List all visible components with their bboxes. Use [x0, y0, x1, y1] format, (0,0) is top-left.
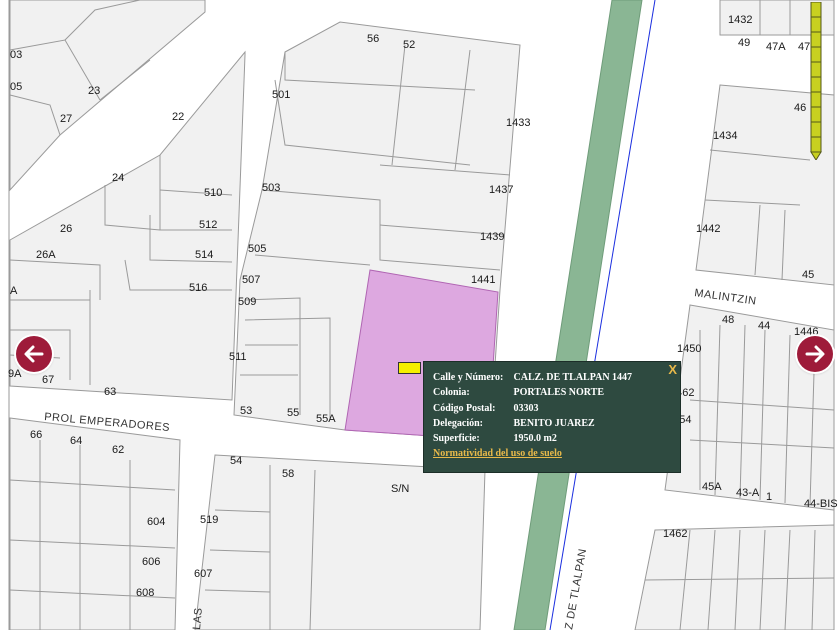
field-label: Código Postal:: [433, 403, 496, 414]
city-block: [634, 524, 835, 630]
parcel-number-label: 49: [738, 37, 750, 49]
parcel-number-label: 604: [147, 516, 165, 528]
zoom-slider[interactable]: [810, 2, 822, 160]
parcel-number-label: 1433: [506, 117, 530, 129]
parcel-number-label: 03: [10, 49, 22, 61]
parcel-number-label: 514: [195, 249, 213, 261]
parcel-number-label: 1: [766, 491, 772, 503]
field-value: PORTALES NORTE: [513, 387, 605, 398]
close-button[interactable]: X: [668, 363, 677, 377]
popup-row-surface: Superficie: 1950.0 m2: [433, 432, 557, 446]
parcel-info-popup: X Calle y Número: CALZ. DE TLALPAN 1447 …: [423, 361, 681, 473]
parcel-number-label: 1432: [728, 14, 752, 26]
field-value: 03303: [513, 403, 539, 414]
parcel-number-label: 1439: [480, 231, 504, 243]
arrow-left-icon: [24, 345, 44, 363]
parcel-number-label: 23: [88, 85, 100, 97]
parcel-number-label: 44-BIS: [804, 498, 838, 510]
parcel-number-label: A: [10, 285, 18, 297]
parcel-number-label: 1442: [696, 223, 720, 235]
parcel-number-label: 607: [194, 568, 212, 580]
parcel-number-label: 56: [367, 33, 379, 45]
parcel-number-label: 48: [722, 314, 734, 326]
prev-button[interactable]: [16, 336, 52, 372]
parcel-number-label: 608: [136, 587, 154, 599]
parcel-map[interactable]: 56 52 501 1433 503 1437 505 1439 507 1441 509 511 53…: [0, 0, 840, 630]
field-label: Superficie:: [433, 433, 480, 444]
parcel-number-label: 510: [204, 187, 222, 199]
parcel-number-label: 55: [287, 407, 299, 419]
field-value: CALZ. DE TLALPAN 1447: [513, 372, 633, 383]
field-value: BENITO JUAREZ: [513, 418, 595, 429]
parcel-number-label: 45A: [702, 481, 722, 493]
parcel-number-label: 44: [758, 320, 770, 332]
parcel-number-label: 606: [142, 556, 160, 568]
parcel-number-label: 55A: [316, 413, 336, 425]
street-name: LAS: [191, 607, 205, 630]
parcel-number-label: 63: [104, 386, 116, 398]
parcel-number-label: 45: [802, 269, 814, 281]
parcel-number-label: 26A: [36, 249, 56, 261]
parcel-number-label: 46: [794, 102, 806, 114]
parcel-number-label: S/N: [391, 483, 409, 495]
parcel-number-label: 26: [60, 223, 72, 235]
parcel-number-label: 1437: [489, 184, 513, 196]
parcel-number-label: 9A: [8, 368, 22, 380]
parcel-number-label: 505: [248, 243, 266, 255]
map-viewer[interactable]: 56 52 501 1433 503 1437 505 1439 507 1441 509 511 53…: [0, 0, 840, 630]
parcel-number-label: 62: [112, 444, 124, 456]
next-button[interactable]: [797, 336, 833, 372]
land-use-link[interactable]: Normatividad del uso de suelo: [433, 448, 562, 459]
popup-row-address: Calle y Número: CALZ. DE TLALPAN 1447: [433, 371, 632, 385]
parcel-number-label: 516: [189, 282, 207, 294]
parcel-number-label: 52: [403, 39, 415, 51]
parcel-number-label: 53: [240, 405, 252, 417]
parcel-number-label: 1434: [713, 130, 737, 142]
parcel-number-label: 43-A: [736, 487, 760, 499]
parcel-number-label: 1462: [663, 528, 687, 540]
parcel-number-label: 511: [229, 351, 247, 363]
field-label: Colonia:: [433, 387, 470, 398]
parcel-number-label: 1441: [471, 274, 495, 286]
field-value: 1950.0 m2: [513, 433, 557, 444]
popup-row-postal-code: Código Postal: 03303: [433, 402, 539, 416]
parcel-number-label: 67: [42, 374, 54, 386]
arrow-right-icon: [805, 345, 825, 363]
parcel-number-label: 509: [238, 296, 256, 308]
parcel-number-label: 507: [242, 274, 260, 286]
parcel-number-label: 54: [230, 455, 242, 467]
city-block: [194, 454, 486, 630]
parcel-number-label: 1450: [677, 343, 701, 355]
parcel-number-label: 66: [30, 429, 42, 441]
parcel-number-label: 47A: [766, 41, 786, 53]
parcel-number-label: 22: [172, 111, 184, 123]
parcel-number-label: 501: [272, 89, 290, 101]
parcel-number-label: 27: [60, 113, 72, 125]
parcel-number-label: 47: [798, 41, 810, 53]
field-label: Delegación:: [433, 418, 483, 429]
location-marker[interactable]: [398, 362, 421, 374]
popup-row-delegacion: Delegación: BENITO JUAREZ: [433, 417, 595, 431]
parcel-number-label: 503: [262, 182, 280, 194]
parcel-number-label: 519: [200, 514, 218, 526]
popup-row-colonia: Colonia: PORTALES NORTE: [433, 386, 604, 400]
field-label: Calle y Número:: [433, 372, 504, 383]
parcel-number-label: 24: [112, 172, 124, 184]
parcel-number-label: 05: [10, 81, 22, 93]
parcel-number-label: 64: [70, 435, 82, 447]
parcel-number-label: 512: [199, 219, 217, 231]
parcel-number-label: 58: [282, 468, 294, 480]
